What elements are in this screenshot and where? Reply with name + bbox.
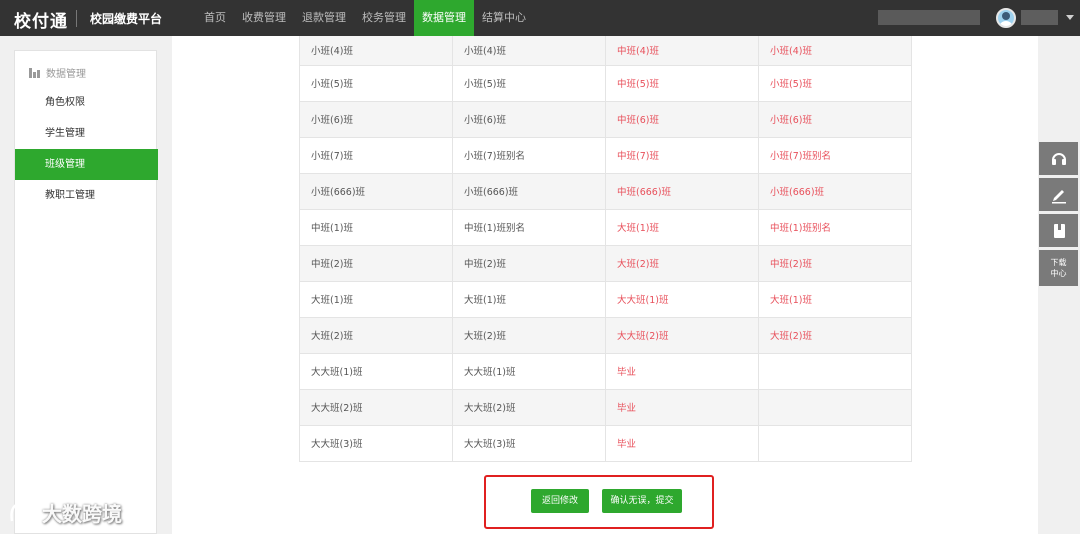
next-alias-cell — [758, 388, 912, 426]
table-row: 小班(7)班 小班(7)班别名 中班(7)班 小班(7)班别名 — [299, 136, 912, 174]
class-alias-cell: 大班(2)班 — [452, 316, 606, 354]
app-logo[interactable]: 校付通 — [14, 7, 68, 32]
class-alias-cell: 大大班(3)班 — [452, 424, 606, 462]
next-class-cell: 毕业 — [605, 424, 759, 462]
table-row: 大大班(3)班 大大班(3)班 毕业 — [299, 424, 912, 462]
class-alias-cell: 小班(5)班 — [452, 64, 606, 102]
next-alias-cell: 中班(2)班 — [758, 244, 912, 282]
current-class-cell: 大班(1)班 — [299, 280, 453, 318]
nav-home[interactable]: 首页 — [196, 0, 234, 36]
current-class-cell: 大大班(3)班 — [299, 424, 453, 462]
nav-data-management[interactable]: 数据管理 — [414, 0, 474, 36]
sidebar-item-students[interactable]: 学生管理 — [15, 118, 158, 149]
current-class-cell: 大班(2)班 — [299, 316, 453, 354]
class-alias-cell: 大大班(2)班 — [452, 388, 606, 426]
table-row: 中班(2)班 中班(2)班 大班(2)班 中班(2)班 — [299, 244, 912, 282]
next-alias-cell: 大班(2)班 — [758, 316, 912, 354]
back-to-edit-button[interactable]: 返回修改 — [531, 489, 589, 513]
logo-divider — [76, 10, 77, 27]
class-alias-cell: 大班(1)班 — [452, 280, 606, 318]
next-alias-cell: 小班(7)班别名 — [758, 136, 912, 174]
next-alias-cell: 大班(1)班 — [758, 280, 912, 318]
next-alias-cell — [758, 352, 912, 390]
nav-refunds[interactable]: 退款管理 — [294, 0, 354, 36]
class-alias-cell: 中班(2)班 — [452, 244, 606, 282]
next-class-cell: 毕业 — [605, 352, 759, 390]
table-row: 小班(666)班 小班(666)班 中班(666)班 小班(666)班 — [299, 172, 912, 210]
next-alias-cell — [758, 424, 912, 462]
user-name-redacted[interactable] — [1021, 10, 1058, 25]
class-alias-cell: 中班(1)班别名 — [452, 208, 606, 246]
next-class-cell: 中班(4)班 — [605, 36, 759, 66]
current-class-cell: 中班(2)班 — [299, 244, 453, 282]
class-upgrade-table: 小班(4)班 小班(4)班 中班(4)班 小班(4)班 小班(5)班 小班(5)班 中班(5… — [299, 36, 912, 462]
platform-title: 校园缴费平台 — [90, 12, 163, 26]
top-navbar: 校付通 校园缴费平台 首页 收费管理 退款管理 校务管理 数据管理 结算中心 — [0, 0, 1080, 36]
next-class-cell: 大大班(2)班 — [605, 316, 759, 354]
next-class-cell: 大大班(1)班 — [605, 280, 759, 318]
chevron-down-icon[interactable] — [1066, 15, 1074, 20]
current-class-cell: 小班(6)班 — [299, 100, 453, 138]
sidebar-section-header: 数据管理 — [29, 65, 86, 80]
next-class-cell: 毕业 — [605, 388, 759, 426]
class-alias-cell: 小班(6)班 — [452, 100, 606, 138]
current-class-cell: 中班(1)班 — [299, 208, 453, 246]
sidebar-item-roles[interactable]: 角色权限 — [15, 87, 158, 118]
table-row: 大班(1)班 大班(1)班 大大班(1)班 大班(1)班 — [299, 280, 912, 318]
current-class-cell: 小班(7)班 — [299, 136, 453, 174]
class-alias-cell: 小班(4)班 — [452, 36, 606, 66]
confirm-submit-button[interactable]: 确认无误，提交 — [602, 489, 682, 513]
headset-icon — [1051, 152, 1066, 165]
main-nav: 首页 收费管理 退款管理 校务管理 数据管理 结算中心 — [196, 0, 534, 36]
book-icon — [1053, 223, 1065, 238]
table-row: 大大班(1)班 大大班(1)班 毕业 — [299, 352, 912, 390]
watermark: 大数跨境 — [8, 498, 122, 527]
sidebar: 数据管理 角色权限 学生管理 班级管理 教职工管理 — [14, 50, 158, 534]
user-avatar[interactable] — [996, 8, 1016, 28]
table-row: 小班(6)班 小班(6)班 中班(6)班 小班(6)班 — [299, 100, 912, 138]
download-center-label: 下载 中心 — [1050, 258, 1067, 278]
next-class-cell: 大班(1)班 — [605, 208, 759, 246]
watermark-logo-icon — [8, 501, 38, 525]
nav-fees[interactable]: 收费管理 — [234, 0, 294, 36]
next-alias-cell: 小班(6)班 — [758, 100, 912, 138]
table-row: 小班(4)班 小班(4)班 中班(4)班 小班(4)班 — [299, 36, 912, 66]
class-alias-cell: 小班(666)班 — [452, 172, 606, 210]
highlighted-action-area: 返回修改 确认无误，提交 — [484, 475, 714, 529]
current-class-cell: 小班(666)班 — [299, 172, 453, 210]
current-class-cell: 大大班(2)班 — [299, 388, 453, 426]
sidebar-section-label: 数据管理 — [46, 69, 86, 80]
table-row: 小班(5)班 小班(5)班 中班(5)班 小班(5)班 — [299, 64, 912, 102]
table-row: 大大班(2)班 大大班(2)班 毕业 — [299, 388, 912, 426]
next-class-cell: 中班(5)班 — [605, 64, 759, 102]
feedback-tool[interactable] — [1039, 178, 1078, 211]
next-class-cell: 大班(2)班 — [605, 244, 759, 282]
table-row: 大班(2)班 大班(2)班 大大班(2)班 大班(2)班 — [299, 316, 912, 354]
current-class-cell: 大大班(1)班 — [299, 352, 453, 390]
bar-chart-icon — [29, 67, 40, 78]
class-alias-cell: 小班(7)班别名 — [452, 136, 606, 174]
school-name-redacted — [878, 10, 980, 25]
next-alias-cell: 小班(4)班 — [758, 36, 912, 66]
next-alias-cell: 中班(1)班别名 — [758, 208, 912, 246]
watermark-text: 大数跨境 — [42, 502, 122, 526]
next-alias-cell: 小班(666)班 — [758, 172, 912, 210]
next-class-cell: 中班(7)班 — [605, 136, 759, 174]
edit-icon — [1051, 189, 1066, 203]
table-row: 中班(1)班 中班(1)班别名 大班(1)班 中班(1)班别名 — [299, 208, 912, 246]
current-class-cell: 小班(5)班 — [299, 64, 453, 102]
sidebar-item-classes[interactable]: 班级管理 — [15, 149, 158, 180]
guide-tool[interactable] — [1039, 214, 1078, 247]
main-content: 小班(4)班 小班(4)班 中班(4)班 小班(4)班 小班(5)班 小班(5)班 中班(5… — [172, 36, 1038, 534]
current-class-cell: 小班(4)班 — [299, 36, 453, 66]
nav-settlement[interactable]: 结算中心 — [474, 0, 534, 36]
nav-school-affairs[interactable]: 校务管理 — [354, 0, 414, 36]
class-alias-cell: 大大班(1)班 — [452, 352, 606, 390]
download-center-tool[interactable]: 下载 中心 — [1039, 250, 1078, 286]
customer-service-tool[interactable] — [1039, 142, 1078, 175]
next-class-cell: 中班(666)班 — [605, 172, 759, 210]
next-class-cell: 中班(6)班 — [605, 100, 759, 138]
next-alias-cell: 小班(5)班 — [758, 64, 912, 102]
sidebar-item-staff[interactable]: 教职工管理 — [15, 180, 158, 211]
